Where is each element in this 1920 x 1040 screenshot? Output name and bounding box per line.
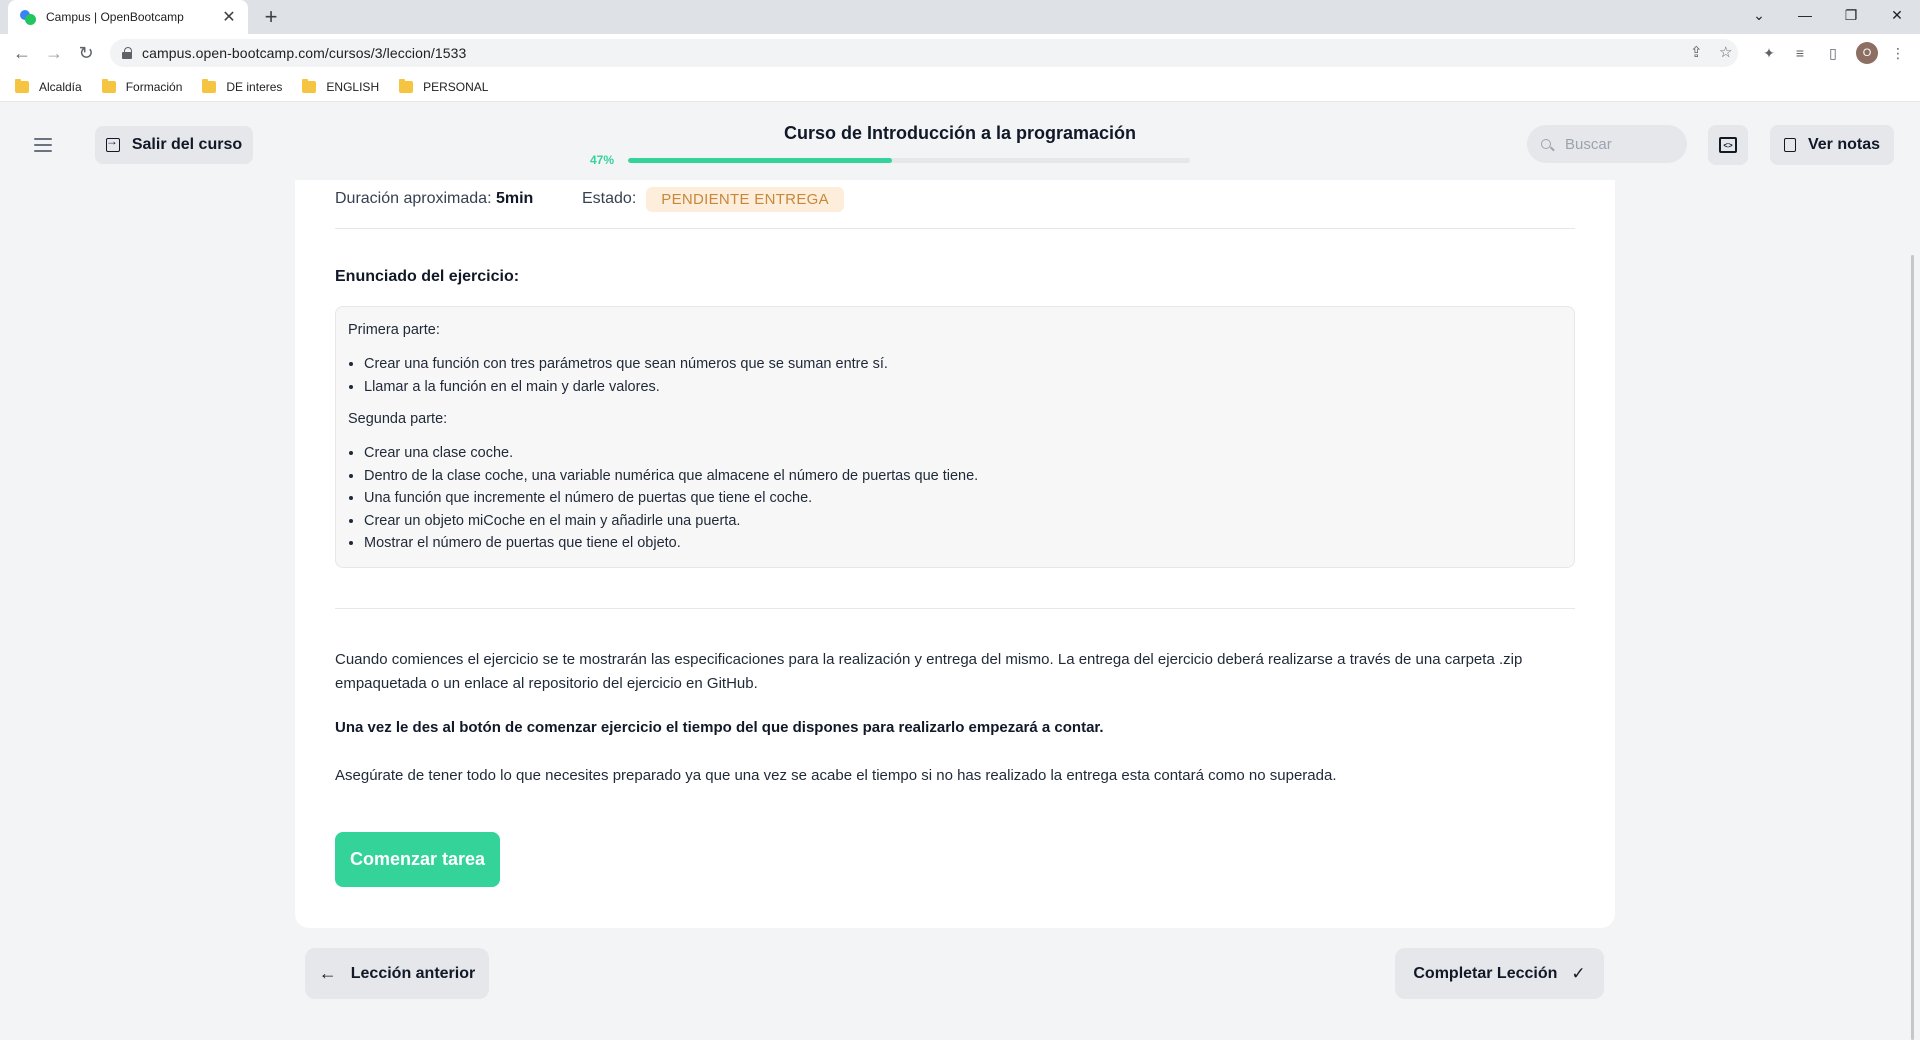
url-text: campus.open-bootcamp.com/cursos/3/leccio… <box>142 45 467 61</box>
bookmark-folder[interactable]: DE interes <box>202 78 282 94</box>
forward-icon[interactable]: → <box>40 39 68 67</box>
bookmarks-bar: Alcaldía Formación DE interes ENGLISH PE… <box>0 72 1920 102</box>
tab-title: Campus | OpenBootcamp <box>46 10 184 24</box>
extensions-icon[interactable]: ✦ <box>1759 43 1779 63</box>
bookmark-folder[interactable]: Alcaldía <box>15 78 82 94</box>
list-item: Crear una clase coche. <box>364 442 1562 465</box>
bookmark-folder[interactable]: PERSONAL <box>399 78 488 94</box>
exit-icon <box>105 134 120 152</box>
list-item: Una función que incremente el número de … <box>364 487 1562 510</box>
status-badge: PENDIENTE ENTREGA <box>646 186 844 212</box>
bookmark-star-icon[interactable]: ☆ <box>1719 43 1732 61</box>
tab-close-icon[interactable]: ✕ <box>220 7 238 27</box>
instructions-paragraph: Cuando comiences el ejercicio se te most… <box>335 651 1523 692</box>
arrow-left-icon: ← <box>318 963 337 983</box>
page-scrollbar[interactable] <box>1911 255 1914 1040</box>
minimize-icon[interactable]: — <box>1782 0 1828 30</box>
exit-course-button[interactable]: Salir del curso <box>95 126 253 164</box>
folder-icon <box>202 78 217 93</box>
warning-paragraph: Una vez le des al botón de comenzar ejer… <box>335 719 1104 736</box>
app-header: Salir del curso Curso de Introducción a … <box>0 103 1920 179</box>
part1-list: Crear una función con tres parámetros qu… <box>364 353 1562 398</box>
browser-tab[interactable]: Campus | OpenBootcamp ✕ <box>8 0 248 34</box>
browser-menu-icon[interactable]: ⋮ <box>1888 43 1908 63</box>
code-editor-button[interactable]: <> <box>1708 125 1748 165</box>
address-bar[interactable]: campus.open-bootcamp.com/cursos/3/leccio… <box>110 39 1738 67</box>
progress-bar <box>628 158 1190 163</box>
exercise-statement: Primera parte: Crear una función con tre… <box>335 306 1575 568</box>
start-task-button[interactable]: Comenzar tarea <box>335 832 500 887</box>
lock-icon <box>122 47 132 59</box>
folder-icon <box>302 78 317 93</box>
progress-percent: 47% <box>590 153 615 167</box>
course-title: Curso de Introducción a la programación <box>783 123 1137 143</box>
code-icon: <> <box>1719 137 1737 153</box>
divider <box>335 608 1575 609</box>
restore-icon[interactable]: ❐ <box>1828 0 1874 30</box>
list-item: Mostrar el número de puertas que tiene e… <box>364 532 1562 555</box>
notes-icon <box>1783 138 1796 152</box>
exercise-heading: Enunciado del ejercicio: <box>335 268 520 285</box>
note-paragraph: Asegúrate de tener todo lo que necesites… <box>335 767 1337 784</box>
folder-icon <box>399 78 414 93</box>
folder-icon <box>101 78 116 93</box>
share-icon[interactable]: ⇪ <box>1690 43 1703 61</box>
complete-lesson-button[interactable]: Completar Lección ✓ <box>1395 948 1604 999</box>
browser-tabstrip: Campus | OpenBootcamp ✕ + ⌄ — ❐ ✕ <box>0 0 1920 34</box>
part1-title: Primera parte: <box>348 322 440 338</box>
back-icon[interactable]: ← <box>8 39 36 67</box>
window-close-icon[interactable]: ✕ <box>1874 0 1920 30</box>
folder-icon <box>15 78 29 93</box>
list-item: Crear un objeto miCoche en el main y aña… <box>364 510 1562 533</box>
list-item: Dentro de la clase coche, una variable n… <box>364 465 1562 488</box>
bookmark-folder[interactable]: ENGLISH <box>302 78 379 94</box>
reading-list-icon[interactable]: ≡ <box>1790 43 1810 63</box>
search-icon <box>1541 139 1551 149</box>
menu-icon[interactable] <box>34 138 52 156</box>
side-panel-icon[interactable]: ▯ <box>1823 43 1843 63</box>
divider <box>335 228 1575 229</box>
duration-value: 5min <box>495 190 534 207</box>
progress-bar-fill <box>628 158 893 163</box>
tab-search-icon[interactable]: ⌄ <box>1736 0 1782 30</box>
reload-icon[interactable]: ↻ <box>72 39 100 67</box>
search-box[interactable] <box>1527 125 1687 163</box>
view-notes-button[interactable]: Ver notas <box>1770 125 1894 165</box>
new-tab-button[interactable]: + <box>258 4 284 30</box>
bookmark-folder[interactable]: Formación <box>101 78 182 94</box>
duration-info: Duración aproximada: 5min <box>335 190 534 207</box>
browser-toolbar: ← → ↻ campus.open-bootcamp.com/cursos/3/… <box>0 34 1920 72</box>
check-icon: ✓ <box>1571 963 1586 983</box>
previous-lesson-button[interactable]: ← Lección anterior <box>305 948 489 999</box>
list-item: Llamar a la función en el main y darle v… <box>364 376 1562 399</box>
status-info: Estado: PENDIENTE ENTREGA <box>582 185 844 213</box>
search-input[interactable] <box>1565 135 1675 153</box>
part2-title: Segunda parte: <box>348 411 448 427</box>
lesson-card: Duración aproximada: 5min Estado: PENDIE… <box>295 180 1615 928</box>
list-item: Crear una función con tres parámetros qu… <box>364 353 1562 376</box>
profile-avatar[interactable]: O <box>1856 42 1878 64</box>
part2-list: Crear una clase coche. Dentro de la clas… <box>364 442 1562 555</box>
openbootcamp-favicon-icon <box>20 9 36 25</box>
